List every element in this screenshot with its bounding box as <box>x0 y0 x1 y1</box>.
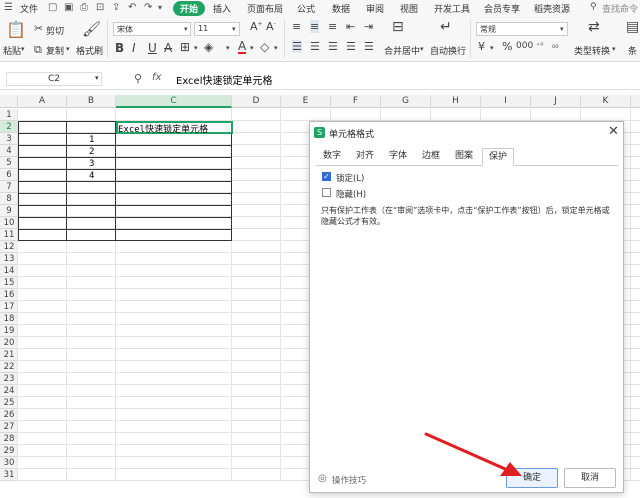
arrow-shaft <box>424 432 514 474</box>
red-arrow-annotation <box>424 432 522 476</box>
